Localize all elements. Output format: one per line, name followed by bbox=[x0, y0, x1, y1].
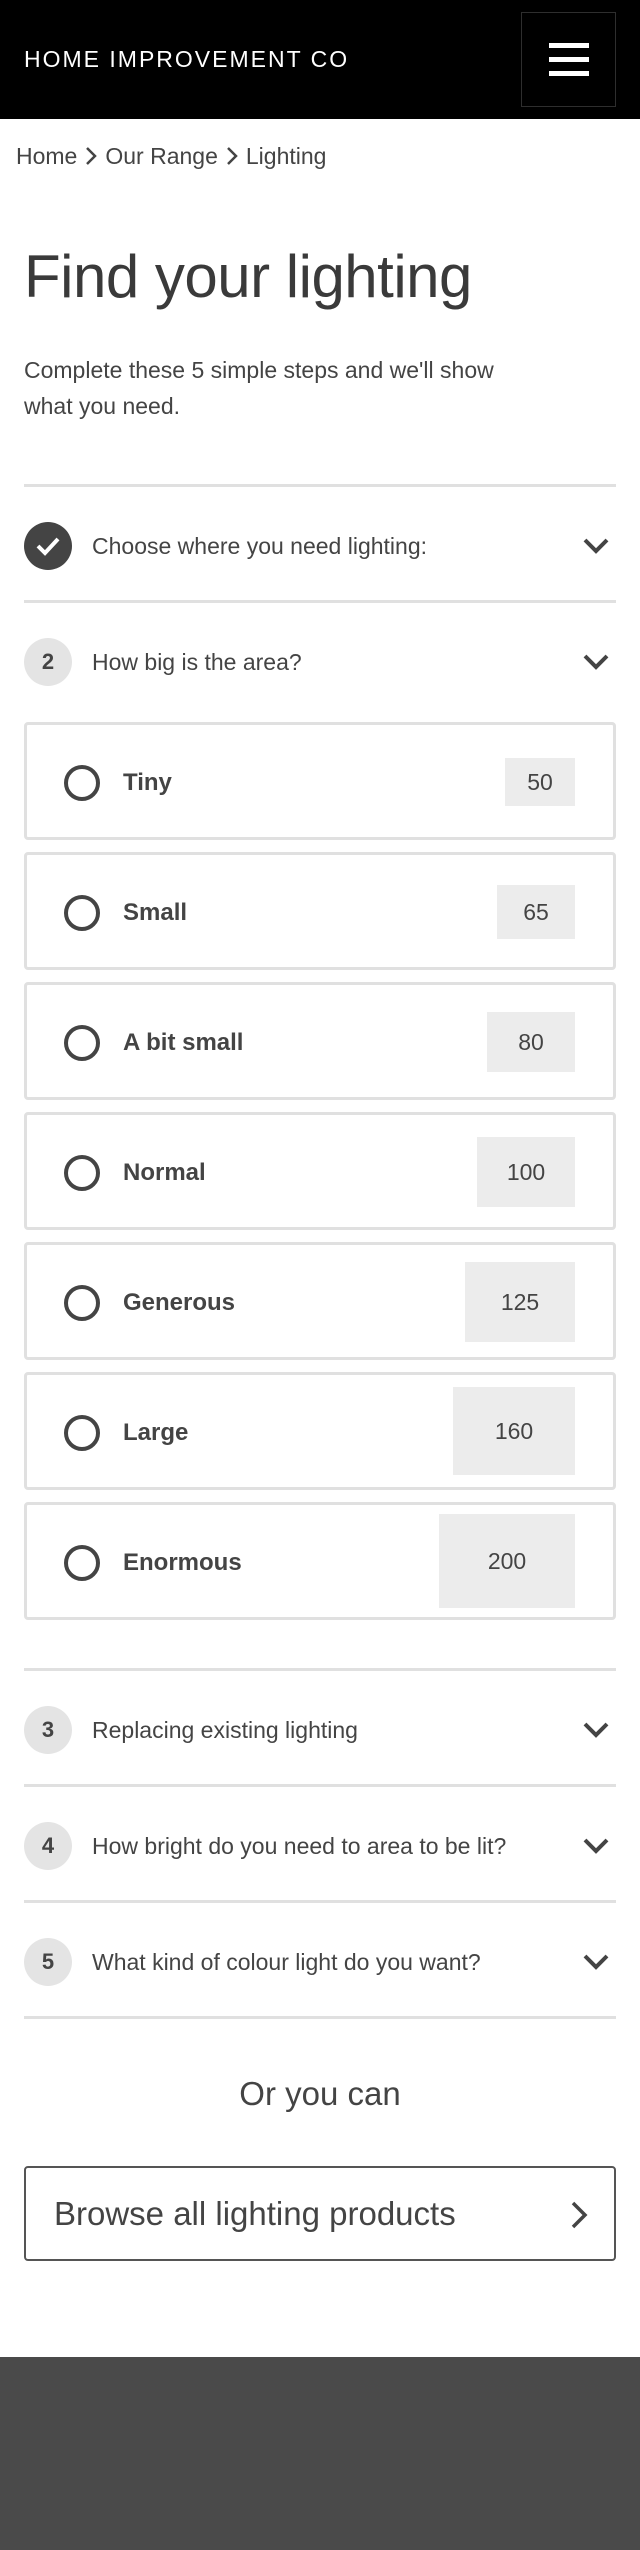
chevron-down-icon bbox=[576, 642, 616, 682]
step-2-label: How big is the area? bbox=[92, 648, 302, 675]
area-value-box: 125 bbox=[465, 1262, 575, 1342]
step-1-badge bbox=[24, 522, 72, 570]
divider bbox=[24, 484, 616, 487]
divider bbox=[24, 1668, 616, 1671]
area-value-box: 200 bbox=[439, 1514, 575, 1608]
step-1-header[interactable]: Choose where you need lighting: bbox=[24, 514, 616, 578]
breadcrumb-home[interactable]: Home bbox=[16, 143, 77, 170]
area-value-box: 65 bbox=[497, 885, 575, 939]
step-5-badge: 5 bbox=[24, 1938, 72, 1986]
breadcrumb: Home Our Range Lighting bbox=[16, 141, 326, 171]
option-label: Normal bbox=[123, 1159, 206, 1186]
area-option-normal[interactable]: Normal 100 bbox=[24, 1112, 616, 1230]
menu-button[interactable] bbox=[521, 12, 616, 107]
area-value-box: 80 bbox=[487, 1012, 575, 1072]
checkmark-icon bbox=[36, 537, 60, 556]
area-value-box: 160 bbox=[453, 1387, 575, 1475]
divider bbox=[24, 600, 616, 603]
page-title: Find your lighting bbox=[24, 243, 472, 310]
chevron-right-icon bbox=[77, 146, 105, 166]
divider bbox=[24, 2016, 616, 2019]
option-label: Enormous bbox=[123, 1549, 242, 1576]
option-label: Tiny bbox=[123, 769, 172, 796]
option-label: A bit small bbox=[123, 1029, 244, 1056]
browse-all-label: Browse all lighting products bbox=[54, 2194, 456, 2232]
area-option-enormous[interactable]: Enormous 200 bbox=[24, 1502, 616, 1620]
radio-button[interactable] bbox=[64, 765, 100, 801]
radio-button[interactable] bbox=[64, 1415, 100, 1451]
step-4-label: How bright do you need to area to be lit… bbox=[92, 1832, 507, 1859]
site-header: HOME IMPROVEMENT CO bbox=[0, 0, 640, 119]
radio-button[interactable] bbox=[64, 1025, 100, 1061]
radio-button[interactable] bbox=[64, 895, 100, 931]
brand-logo[interactable]: HOME IMPROVEMENT CO bbox=[24, 46, 349, 73]
step-3-label: Replacing existing lighting bbox=[92, 1716, 358, 1743]
chevron-down-icon bbox=[576, 1710, 616, 1750]
area-option-a-bit-small[interactable]: A bit small 80 bbox=[24, 982, 616, 1100]
divider bbox=[24, 1900, 616, 1903]
chevron-down-icon bbox=[576, 1826, 616, 1866]
divider bbox=[24, 1784, 616, 1787]
chevron-down-icon bbox=[576, 1942, 616, 1982]
chevron-right-icon bbox=[218, 146, 246, 166]
or-you-can-text: Or you can bbox=[239, 2075, 401, 2112]
step-3-header[interactable]: 3 Replacing existing lighting bbox=[24, 1698, 616, 1762]
radio-button[interactable] bbox=[64, 1285, 100, 1321]
area-option-small[interactable]: Small 65 bbox=[24, 852, 616, 970]
breadcrumb-lighting[interactable]: Lighting bbox=[246, 143, 327, 170]
option-label: Small bbox=[123, 899, 188, 926]
area-option-generous[interactable]: Generous 125 bbox=[24, 1242, 616, 1360]
area-value-box: 100 bbox=[477, 1137, 575, 1207]
radio-button[interactable] bbox=[64, 1545, 100, 1581]
area-value-box: 50 bbox=[505, 758, 575, 806]
breadcrumb-our-range[interactable]: Our Range bbox=[105, 143, 218, 170]
browse-all-button[interactable]: Browse all lighting products bbox=[24, 2166, 616, 2261]
chevron-right-icon bbox=[570, 2200, 588, 2238]
step-4-badge: 4 bbox=[24, 1822, 72, 1870]
area-option-large[interactable]: Large 160 bbox=[24, 1372, 616, 1490]
step-5-label: What kind of colour light do you want? bbox=[92, 1948, 481, 1975]
step-4-header[interactable]: 4 How bright do you need to area to be l… bbox=[24, 1814, 616, 1878]
intro-text: Complete these 5 simple steps and we'll … bbox=[24, 357, 494, 419]
chevron-down-icon bbox=[576, 526, 616, 566]
step-2-badge: 2 bbox=[24, 638, 72, 686]
area-option-tiny[interactable]: Tiny 50 bbox=[24, 722, 616, 840]
step-2-header[interactable]: 2 How big is the area? bbox=[24, 630, 616, 694]
step-1-label: Choose where you need lighting: bbox=[92, 532, 428, 559]
option-label: Generous bbox=[123, 1289, 236, 1316]
site-footer bbox=[0, 2357, 640, 2550]
radio-button[interactable] bbox=[64, 1155, 100, 1191]
step-3-badge: 3 bbox=[24, 1706, 72, 1754]
option-label: Large bbox=[123, 1419, 189, 1446]
step-5-header[interactable]: 5 What kind of colour light do you want? bbox=[24, 1930, 616, 1994]
